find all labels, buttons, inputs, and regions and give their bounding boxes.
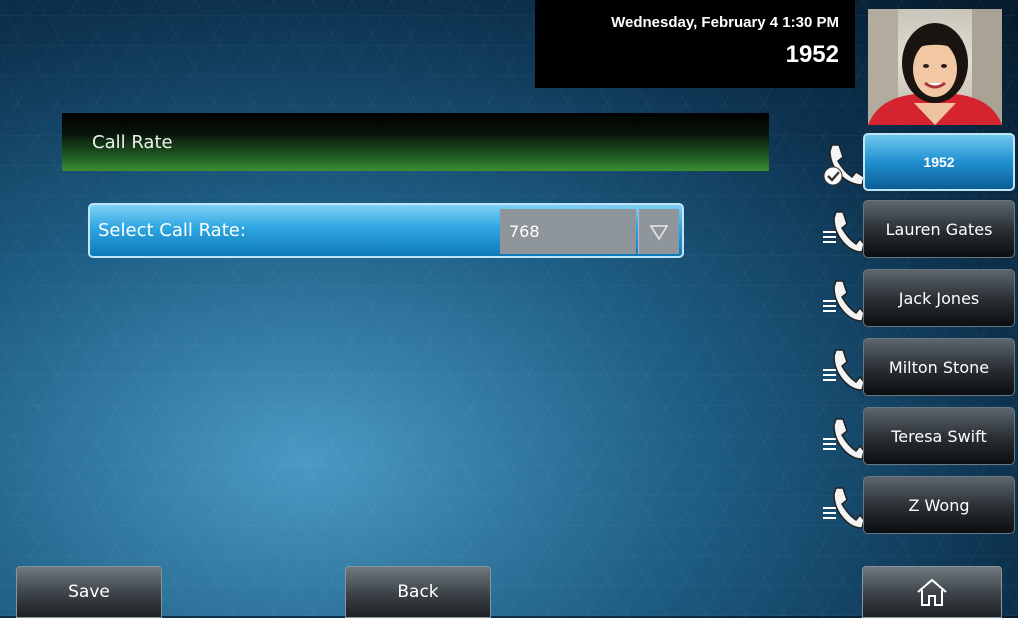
line-key-teresa-swift[interactable]: Teresa Swift [863, 407, 1015, 465]
line-row-3: Jack Jones [822, 269, 1018, 327]
line-key-jack-jones[interactable]: Jack Jones [863, 269, 1015, 327]
dropdown-arrow[interactable] [638, 209, 679, 254]
phone-contact-icon [823, 280, 864, 322]
home-button[interactable] [862, 566, 1002, 618]
phone-registered-icon [823, 144, 864, 186]
date-time: Wednesday, February 4 1:30 PM [611, 14, 839, 31]
save-button[interactable]: Save [16, 566, 162, 618]
line-row-4: Milton Stone [822, 338, 1018, 396]
phone-contact-icon [823, 418, 864, 460]
line-key-milton-stone[interactable]: Milton Stone [863, 338, 1015, 396]
phone-contact-icon [823, 349, 864, 391]
user-photo [868, 9, 1002, 125]
chevron-down-icon [649, 224, 669, 241]
call-rate-value[interactable]: 768 [500, 209, 636, 254]
line-key-1952[interactable]: 1952 [863, 133, 1015, 191]
phone-contact-icon [823, 487, 864, 529]
avatar [868, 9, 1002, 125]
home-icon [917, 578, 947, 606]
call-rate-label: Select Call Rate: [98, 220, 246, 241]
line-row-2: Lauren Gates [822, 200, 1018, 258]
status-bar: Wednesday, February 4 1:30 PM 1952 [535, 0, 855, 88]
phone-contact-icon [823, 211, 864, 253]
line-row-6: Z Wong [822, 476, 1018, 534]
call-rate-selector[interactable]: Select Call Rate: 768 [88, 203, 684, 258]
back-button[interactable]: Back [345, 566, 491, 618]
line-key-z-wong[interactable]: Z Wong [863, 476, 1015, 534]
page-title: Call Rate [62, 113, 769, 171]
extension-number: 1952 [785, 41, 839, 68]
line-row-5: Teresa Swift [822, 407, 1018, 465]
line-row-1: 1952 [822, 133, 1018, 191]
line-key-lauren-gates[interactable]: Lauren Gates [863, 200, 1015, 258]
